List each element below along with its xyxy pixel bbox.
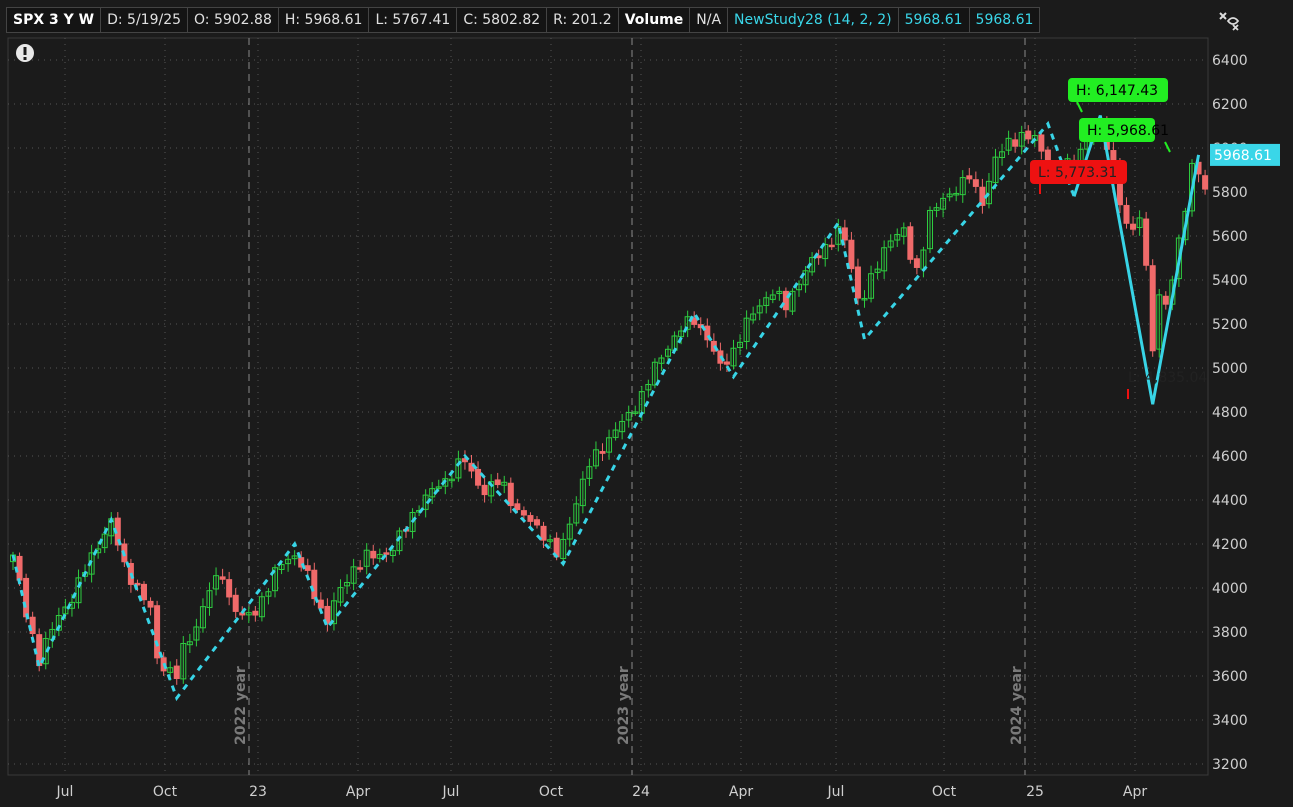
x-tick-label: Jul <box>56 784 74 800</box>
candle-body <box>854 266 861 299</box>
y-tick-label: 4000 <box>1212 581 1248 597</box>
label-text: L: 4,835.04 <box>1128 370 1207 386</box>
y-tick-label: 3400 <box>1212 713 1248 729</box>
y-tick-label: 4600 <box>1212 449 1248 465</box>
candle-body <box>494 479 501 486</box>
x-tick-label: 25 <box>1026 784 1044 800</box>
alert-icon[interactable] <box>16 44 34 62</box>
y-tick-label: 4800 <box>1212 405 1248 421</box>
candle-body <box>520 510 527 516</box>
x-tick-label: Apr <box>346 784 370 800</box>
y-tick-label: 3200 <box>1212 757 1248 773</box>
candle-body <box>23 577 30 618</box>
y-tick-label: 4200 <box>1212 537 1248 553</box>
candle-body <box>913 258 920 268</box>
candle-body <box>154 605 161 659</box>
candle-body <box>1143 218 1150 266</box>
y-tick-label: 5000 <box>1212 361 1248 377</box>
candle-body <box>304 565 311 571</box>
y-tick-label: 3800 <box>1212 625 1248 641</box>
year-separator-label: 2022 year <box>233 666 249 745</box>
y-tick-label: 4400 <box>1212 493 1248 509</box>
candle-body <box>972 179 979 187</box>
candle-body <box>173 665 180 680</box>
candle-body <box>475 468 482 486</box>
candle-body <box>357 567 364 570</box>
y-tick-label: 3600 <box>1212 669 1248 685</box>
candle-body <box>370 550 377 559</box>
candle-body <box>16 555 23 581</box>
candle-body <box>1012 139 1019 147</box>
x-tick-label: Apr <box>1123 784 1147 800</box>
y-tick-label: 5600 <box>1212 229 1248 245</box>
candle-body <box>311 569 318 600</box>
candle-body <box>1123 204 1130 224</box>
x-tick-label: Oct <box>153 784 178 800</box>
y-tick-label: 6400 <box>1212 53 1248 69</box>
candle-body <box>481 484 488 496</box>
candle-body <box>1149 265 1156 352</box>
label-text: H: 6,147.43 <box>1076 83 1158 99</box>
candle-body <box>514 503 521 511</box>
candle-body <box>848 239 855 270</box>
y-tick-label: 6200 <box>1212 97 1248 113</box>
year-separator-label: 2023 year <box>616 666 632 745</box>
x-tick-label: 23 <box>249 784 267 800</box>
candle-body <box>219 576 226 580</box>
candle-body <box>232 594 239 612</box>
candle-body <box>723 361 730 365</box>
candle-body <box>252 610 259 616</box>
x-tick-label: 24 <box>632 784 650 800</box>
candle-body <box>534 519 540 526</box>
last-price-marker: 5968.61 <box>1210 143 1280 166</box>
candle-body <box>1162 295 1169 305</box>
candle-body <box>147 600 154 608</box>
candle-body <box>1025 130 1032 140</box>
candle-body <box>1202 175 1209 190</box>
candle-body <box>1038 134 1045 152</box>
candle-body <box>141 583 147 601</box>
candle-body <box>828 244 835 248</box>
candle-body <box>1130 223 1137 230</box>
candle-body <box>383 552 390 555</box>
y-tick-label: 5800 <box>1212 185 1248 201</box>
y-tick-label: 5400 <box>1212 273 1248 289</box>
x-tick-label: Oct <box>932 784 957 800</box>
candle-body <box>226 579 233 598</box>
x-tick-label: Oct <box>539 784 564 800</box>
year-separator-label: 2024 year <box>1009 666 1025 745</box>
last-price-text: 5968.61 <box>1214 148 1272 164</box>
candle-body <box>317 599 324 609</box>
label-text: L: 5,773.31 <box>1038 165 1117 181</box>
candle-body <box>907 226 914 260</box>
label-text: H: 5,968.61 <box>1087 123 1169 139</box>
price-chart[interactable]: 2022 year 2023 year 2024 year H: 6,147.43 H… <box>0 0 1293 807</box>
x-tick-label: Apr <box>729 784 753 800</box>
candle-body <box>527 515 534 522</box>
y-tick-label: 5200 <box>1212 317 1248 333</box>
x-tick-label: Jul <box>442 784 460 800</box>
candle-body <box>782 290 789 311</box>
x-tick-label: Jul <box>827 784 845 800</box>
x-axis: Jul Oct 23 Apr Jul Oct 24 Apr Jul Oct 25 Apr <box>56 784 1148 800</box>
candle-body <box>841 227 848 241</box>
candle-body <box>966 175 973 180</box>
candle-body <box>599 451 606 454</box>
